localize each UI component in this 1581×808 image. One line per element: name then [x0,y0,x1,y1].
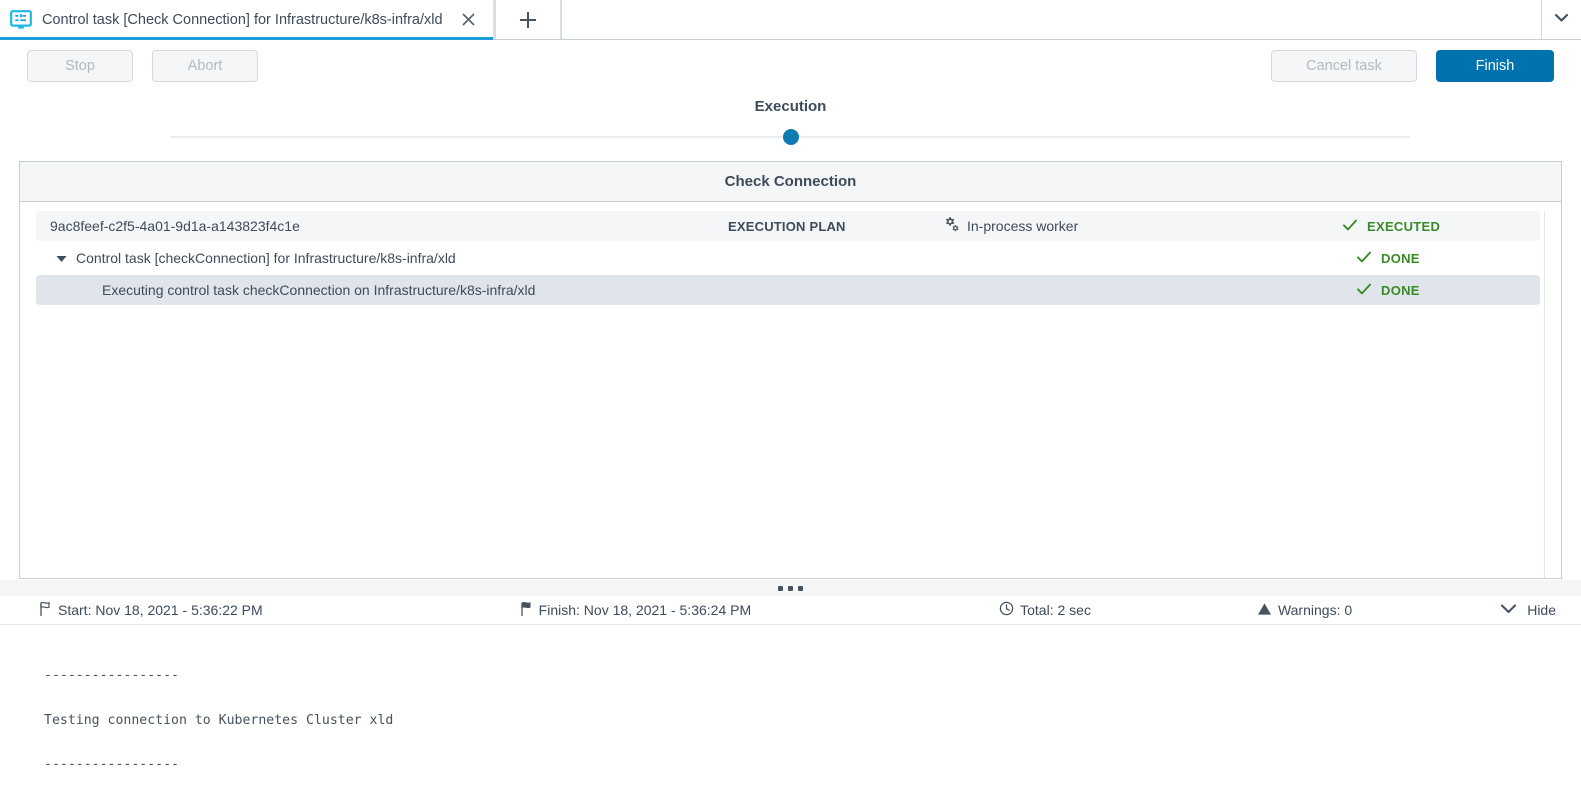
execution-plan-worker: In-process worker [943,216,1342,236]
start-time: Start: Nov 18, 2021 - 5:36:22 PM [38,601,263,620]
stop-button[interactable]: Stop [27,50,133,82]
tree-row-status: DONE [1356,281,1540,300]
gears-icon [943,216,960,236]
log-line: Testing connection to Kubernetes Cluster… [44,712,394,728]
action-toolbar: Stop Abort Cancel task Finish [0,40,1581,92]
caret-down-icon[interactable] [46,252,76,265]
finish-time: Finish: Nov 18, 2021 - 5:36:24 PM [519,601,751,620]
tab-control-task[interactable]: Control task [Check Connection] for Infr… [0,0,494,40]
hide-log-label: Hide [1527,602,1556,618]
tree-row-label: Control task [checkConnection] for Infra… [76,250,456,266]
new-tab-button[interactable] [493,0,562,39]
panel-resize-handle[interactable] [0,579,1581,596]
check-icon [1342,217,1358,236]
panel-body-inner: 9ac8feef-c2f5-4a01-9d1a-a143823f4c1e EXE… [36,211,1545,578]
chevron-down-icon [1553,9,1570,31]
execution-log[interactable]: ----------------- Testing connection to … [0,625,1581,803]
flag-icon [38,601,52,620]
status-text: EXECUTED [1367,218,1441,234]
tree-row-status: DONE [1356,249,1540,268]
execution-plan-kind: EXECUTION PLAN [728,218,846,234]
abort-button[interactable]: Abort [152,50,258,82]
check-icon [1356,281,1372,300]
panel-body: 9ac8feef-c2f5-4a01-9d1a-a143823f4c1e EXE… [20,202,1561,578]
tree-row-label: Executing control task checkConnection o… [102,282,536,298]
warning-triangle-icon [1257,602,1272,619]
stepper-title: Execution [754,98,827,115]
chevron-down-icon [1499,601,1518,619]
cancel-task-button[interactable]: Cancel task [1271,50,1417,82]
tab-bar-spacer [562,0,1541,39]
hide-log-button[interactable]: Hide [1499,601,1562,619]
log-line: ----------------- [44,757,179,773]
check-icon [1356,249,1372,268]
tree-row-parent[interactable]: Control task [checkConnection] for Infra… [36,243,1540,273]
execution-plan-status: EXECUTED [1342,217,1526,236]
warnings-count: Warnings: 0 [1257,602,1352,619]
tree-row-child[interactable]: Executing control task checkConnection o… [36,275,1540,305]
clock-icon [999,601,1014,619]
finish-time-text: Finish: Nov 18, 2021 - 5:36:24 PM [538,602,752,618]
finish-button[interactable]: Finish [1436,50,1554,82]
log-line: ----------------- [44,667,179,683]
execution-stepper: Execution [0,92,1581,146]
stepper-track [171,128,1410,146]
tab-overflow-button[interactable] [1541,0,1581,39]
status-text: DONE [1381,250,1420,266]
execution-status-bar: Start: Nov 18, 2021 - 5:36:22 PM Finish:… [0,596,1581,625]
tab-bar: Control task [Check Connection] for Infr… [0,0,1581,40]
execution-plan-row[interactable]: 9ac8feef-c2f5-4a01-9d1a-a143823f4c1e EXE… [36,211,1540,241]
close-icon[interactable] [459,10,479,30]
stepper-step-execution[interactable] [782,129,799,145]
execution-plan-id: 9ac8feef-c2f5-4a01-9d1a-a143823f4c1e [50,218,300,234]
warnings-count-text: Warnings: 0 [1277,602,1353,618]
drag-dots-icon [778,585,803,591]
tab-title: Control task [Check Connection] for Infr… [42,11,443,28]
plus-icon [494,0,561,39]
checkered-flag-icon [519,601,533,620]
status-text: DONE [1381,282,1420,298]
panel-title: Check Connection [20,162,1561,202]
total-duration-text: Total: 2 sec [1020,602,1091,618]
start-time-text: Start: Nov 18, 2021 - 5:36:22 PM [58,602,263,618]
total-duration: Total: 2 sec [999,601,1091,619]
control-task-monitor-icon [10,9,32,31]
worker-name: In-process worker [967,218,1079,234]
execution-panel: Check Connection 9ac8feef-c2f5-4a01-9d1a… [19,161,1562,579]
